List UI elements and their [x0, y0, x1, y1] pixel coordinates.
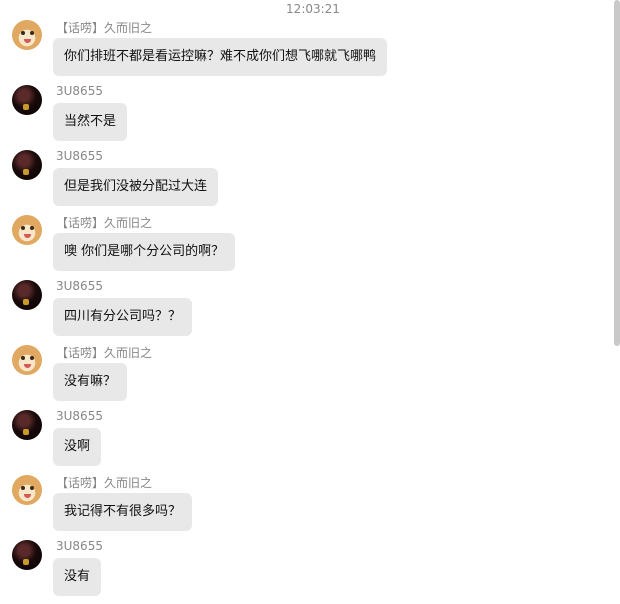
message-item: 【话唠】久而旧之 噢 你们是哪个分公司的啊？ [0, 215, 610, 279]
avatar[interactable] [12, 215, 42, 245]
sender-name: 3U8655 [56, 409, 103, 423]
message-item: 3U8655 但是我们没被分配过大连 [0, 149, 610, 214]
avatar[interactable] [12, 20, 42, 50]
message-item: 3U8655 当然不是 [0, 84, 610, 149]
sender-name: 【话唠】久而旧之 [56, 476, 153, 490]
scrollbar-thumb[interactable] [614, 0, 620, 346]
sender-name: 【话唠】久而旧之 [56, 346, 153, 360]
message-bubble: 没有 [53, 558, 102, 596]
sender-name: 【话唠】久而旧之 [56, 21, 153, 35]
message-item: 【话唠】久而旧之 你们排班不都是看运控嘛？难不成你们想飞哪就飞哪鸭 [0, 20, 610, 84]
sender-name: 【话唠】久而旧之 [56, 216, 153, 230]
message-item: 【话唠】久而旧之 我记得不有很多吗？ [0, 475, 610, 539]
avatar[interactable] [12, 540, 42, 570]
message-bubble: 你们排班不都是看运控嘛？难不成你们想飞哪就飞哪鸭 [53, 38, 388, 76]
message-bubble: 没啊 [53, 428, 102, 466]
sender-name: 3U8655 [56, 149, 103, 163]
message-item: 3U8655 没有 [0, 539, 610, 604]
message-item: 3U8655 四川有分公司吗？？ [0, 279, 610, 344]
avatar[interactable] [12, 85, 42, 115]
sender-name: 3U8655 [56, 84, 103, 98]
sender-name: 3U8655 [56, 539, 103, 553]
avatar[interactable] [12, 475, 42, 505]
message-bubble: 四川有分公司吗？？ [53, 298, 193, 336]
message-bubble: 噢 你们是哪个分公司的啊？ [53, 233, 236, 271]
chat-timestamp: 12:03:21 [286, 2, 340, 16]
message-item: 3U8655 没啊 [0, 409, 610, 474]
message-bubble: 但是我们没被分配过大连 [53, 168, 219, 206]
message-bubble: 我记得不有很多吗？ [53, 493, 193, 531]
message-item: 【话唠】久而旧之 没有嘛？ [0, 345, 610, 409]
avatar[interactable] [12, 150, 42, 180]
avatar[interactable] [12, 345, 42, 375]
sender-name: 3U8655 [56, 279, 103, 293]
message-bubble: 当然不是 [53, 103, 128, 141]
message-bubble: 没有嘛？ [53, 363, 128, 401]
avatar[interactable] [12, 410, 42, 440]
avatar[interactable] [12, 280, 42, 310]
